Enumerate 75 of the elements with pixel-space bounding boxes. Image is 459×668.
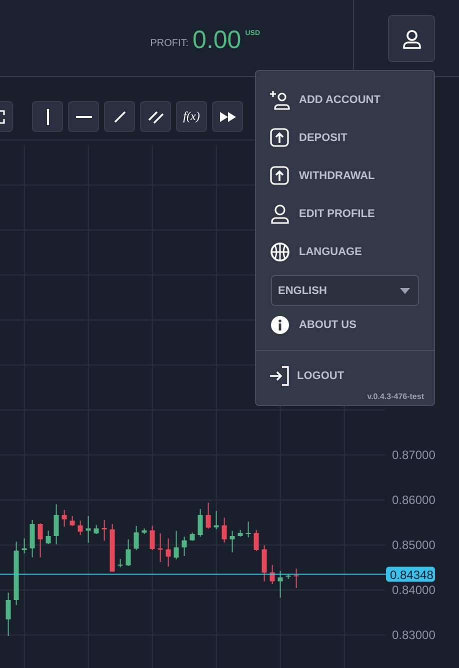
user-button[interactable] [388, 15, 435, 62]
candlestick [38, 522, 43, 558]
language-select[interactable]: ENGLISH [271, 275, 419, 306]
info-icon [269, 315, 291, 335]
tool-button[interactable] [212, 101, 243, 132]
diagonal-line-icon [114, 110, 126, 122]
axis-label: 0.83000 [392, 628, 436, 642]
tool-button[interactable] [140, 101, 171, 132]
horizontal-line-icon [76, 114, 92, 118]
candlestick [126, 538, 131, 567]
menu-item[interactable]: ADD ACCOUNT [256, 81, 434, 119]
candlestick [6, 592, 11, 636]
candlestick [286, 573, 291, 580]
candlestick [270, 564, 275, 585]
axis-label: 0.87000 [392, 448, 436, 462]
candlestick [102, 519, 107, 542]
candlestick [206, 502, 211, 530]
candlestick [134, 526, 139, 550]
candlestick [254, 530, 259, 552]
tool-button[interactable] [68, 101, 99, 132]
menu-item[interactable]: LANGUAGE [256, 233, 434, 271]
candlestick [166, 538, 171, 568]
menu-item[interactable]: EDIT PROFILE [256, 195, 434, 233]
tool-button[interactable]: f(x) [176, 101, 207, 132]
candlestick [62, 510, 67, 528]
logout-item[interactable]: LOGOUT [256, 361, 434, 391]
candlestick [222, 517, 227, 544]
caret-icon [400, 288, 410, 294]
candlestick [14, 541, 19, 606]
logout-icon [269, 366, 291, 386]
candlestick [230, 530, 235, 553]
price-tag: 0.84348 [386, 566, 435, 582]
candlestick [94, 524, 99, 535]
candlestick [190, 532, 195, 542]
candlestick [142, 528, 147, 535]
candlestick [46, 530, 51, 544]
globe-icon [269, 242, 291, 262]
menu-item[interactable]: DEPOSIT [256, 119, 434, 157]
candlestick [118, 558, 123, 568]
candlestick [174, 530, 179, 560]
candlestick [246, 521, 251, 538]
user-icon [402, 28, 422, 48]
axis-label: 0.84000 [392, 583, 436, 597]
candlestick [238, 530, 243, 538]
parallel-lines-icon [148, 110, 164, 124]
vertical-line-icon [46, 108, 50, 124]
candlestick [198, 508, 203, 538]
candlestick [150, 525, 155, 550]
candlestick [22, 538, 27, 554]
tool-button[interactable] [32, 101, 63, 132]
candlestick [214, 510, 219, 530]
axis-label: 0.86000 [392, 493, 436, 507]
candlestick [86, 516, 91, 544]
add-user-icon [269, 90, 291, 110]
candlestick [182, 536, 187, 556]
profit-label: PROFIT: [150, 38, 189, 49]
candlestick [294, 568, 299, 589]
candlestick [262, 544, 267, 582]
candlestick [278, 570, 283, 598]
candlestick [70, 516, 75, 526]
candlestick [78, 520, 83, 536]
upload-icon [269, 166, 291, 186]
candlestick [30, 519, 35, 558]
upload-icon [269, 128, 291, 148]
candlestick [110, 523, 115, 572]
user-icon [269, 204, 291, 224]
version-label: v.0.4.3-476-test [366, 392, 425, 401]
candlestick [158, 532, 163, 562]
menu-item[interactable]: WITHDRAWAL [256, 157, 434, 195]
axis-label: 0.85000 [392, 538, 436, 552]
menu-item[interactable]: ABOUT US [256, 306, 434, 344]
profit-value: 0.00 [192, 28, 242, 53]
fast-forward-icon [220, 112, 236, 122]
candlestick [54, 504, 59, 545]
tool-button[interactable] [104, 101, 135, 132]
